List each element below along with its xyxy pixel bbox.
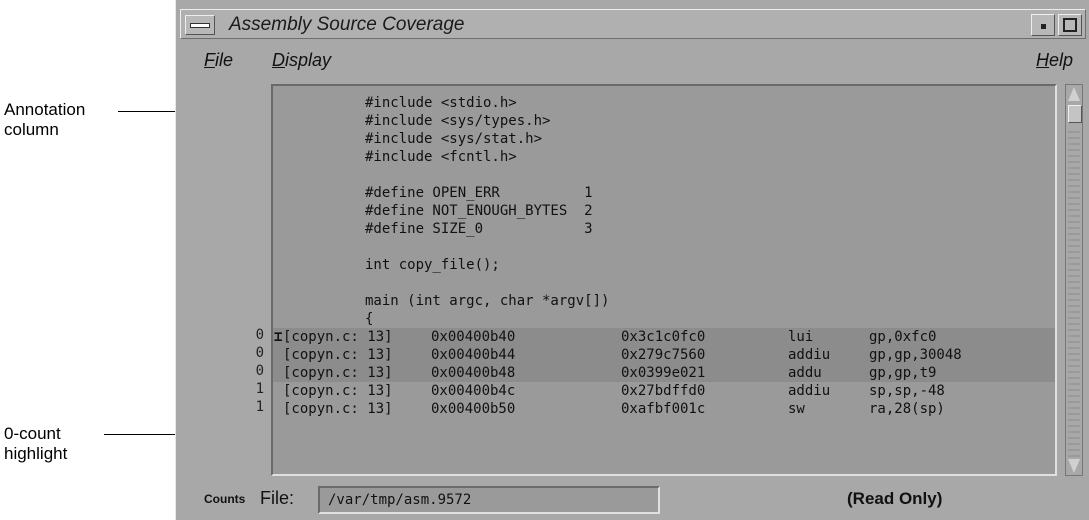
source-line: int copy_file(); — [273, 256, 1055, 274]
source-line-text: int copy_file(); — [365, 257, 500, 273]
menu-file-label: ile — [215, 50, 234, 70]
asm-op: sw — [788, 401, 805, 417]
asm-code: 0x3c1c0fc0 — [621, 329, 706, 345]
source-line-text: { — [365, 311, 374, 327]
asm-op: addiu — [788, 383, 831, 399]
source-line: { — [273, 310, 1055, 328]
maximize-icon — [1063, 18, 1077, 32]
source-line: #include <stdio.h> — [273, 94, 1055, 112]
source-line-text: #define NOT_ENOUGH_BYTES 2 — [365, 203, 593, 219]
minimize-button[interactable] — [1031, 14, 1055, 36]
callout-annotation-line2: column — [4, 120, 59, 139]
minimize-icon — [1041, 24, 1046, 29]
source-line-text: #include <sys/types.h> — [365, 113, 551, 129]
asm-file: [copyn.c: 13] — [283, 329, 393, 345]
annotation-column: 0 0 0 1 1 — [180, 82, 270, 480]
file-path-field[interactable]: /var/tmp/asm.9572 — [318, 486, 660, 514]
window-menu-icon — [190, 23, 210, 28]
callout-zero-count-line1: 0-count — [4, 424, 61, 443]
menu-display-mnemonic: D — [272, 50, 285, 70]
asm-args: gp,0xfc0 — [869, 329, 937, 345]
source-line-text: main (int argc, char *argv[]) — [365, 293, 610, 309]
source-line: main (int argc, char *argv[]) — [273, 292, 1055, 310]
window-title: Assembly Source Coverage — [229, 14, 465, 35]
text-cursor-icon: ⌶ — [274, 329, 283, 345]
assembly-source-window: Assembly Source Coverage File Display He… — [175, 0, 1089, 520]
asm-code: 0x0399e021 — [621, 365, 706, 381]
menu-help-label: elp — [1049, 50, 1074, 70]
source-line-text: #include <fcntl.h> — [365, 149, 517, 165]
asm-file: [copyn.c: 13] — [283, 401, 393, 417]
asm-code: 0x27bdffd0 — [621, 383, 706, 399]
asm-args: gp,gp,t9 — [869, 365, 937, 381]
asm-args: ra,28(sp) — [869, 401, 945, 417]
source-line — [273, 166, 1055, 184]
menu-display-label: isplay — [285, 50, 332, 70]
asm-line[interactable]: [copyn.c: 13] 0x00400b50 0xafbf001c sw ra,28… — [273, 400, 1055, 418]
menu-help[interactable]: Help — [1036, 50, 1073, 71]
callout-annotation-column: Annotation column — [4, 100, 85, 140]
asm-addr: 0x00400b50 — [431, 401, 516, 417]
asm-file: [copyn.c: 13] — [283, 383, 393, 399]
scroll-down-arrow-icon[interactable] — [1068, 459, 1080, 473]
vertical-scrollbar[interactable] — [1065, 84, 1083, 476]
title-bar[interactable]: Assembly Source Coverage — [180, 9, 1086, 39]
source-line: #define OPEN_ERR 1 — [273, 184, 1055, 202]
execution-count: 1 — [255, 399, 264, 415]
source-line: #include <fcntl.h> — [273, 148, 1055, 166]
window-menu-button[interactable] — [185, 15, 215, 35]
asm-line[interactable]: [copyn.c: 13] 0x00400b48 0x0399e021 addu gp,… — [273, 364, 1055, 382]
execution-count: 0 — [255, 363, 264, 379]
scroll-up-arrow-icon[interactable] — [1068, 87, 1080, 101]
asm-op: addu — [788, 365, 822, 381]
source-line: #define NOT_ENOUGH_BYTES 2 — [273, 202, 1055, 220]
menu-help-mnemonic: H — [1036, 50, 1049, 70]
maximize-button[interactable] — [1058, 14, 1082, 36]
asm-args: gp,gp,30048 — [869, 347, 962, 363]
source-line — [273, 238, 1055, 256]
asm-addr: 0x00400b48 — [431, 365, 516, 381]
scroll-thumb[interactable] — [1068, 105, 1082, 123]
asm-line[interactable]: [copyn.c: 13] 0x00400b4c 0x27bdffd0 addiu sp… — [273, 382, 1055, 400]
asm-file: [copyn.c: 13] — [283, 365, 393, 381]
asm-line[interactable]: [copyn.c: 13] 0x00400b40 0x3c1c0fc0 lui gp,0… — [273, 328, 1055, 346]
asm-addr: 0x00400b4c — [431, 383, 516, 399]
status-bar: Counts File: /var/tmp/asm.9572 (Read Onl… — [180, 482, 1086, 520]
execution-count: 1 — [255, 381, 264, 397]
asm-addr: 0x00400b40 — [431, 329, 516, 345]
asm-code: 0x279c7560 — [621, 347, 706, 363]
callout-zero-count-line2: highlight — [4, 444, 68, 463]
scroll-track[interactable] — [1068, 127, 1080, 457]
execution-count: 0 — [255, 345, 264, 361]
callout-zero-count: 0-count highlight — [4, 424, 67, 464]
callout-annotation-line1: Annotation — [4, 100, 86, 119]
asm-addr: 0x00400b44 — [431, 347, 516, 363]
source-line-text: #include <stdio.h> — [365, 95, 517, 111]
source-line: #include <sys/types.h> — [273, 112, 1055, 130]
menu-file-mnemonic: F — [204, 50, 215, 70]
read-only-indicator: (Read Only) — [847, 489, 943, 508]
asm-op: addiu — [788, 347, 831, 363]
menu-file[interactable]: File — [204, 50, 233, 71]
asm-line[interactable]: [copyn.c: 13] 0x00400b44 0x279c7560 addiu gp… — [273, 346, 1055, 364]
execution-count: 0 — [255, 327, 264, 343]
asm-op: lui — [788, 329, 814, 345]
source-line: #include <sys/stat.h> — [273, 130, 1055, 148]
asm-args: sp,sp,-48 — [869, 383, 945, 399]
source-line: #define SIZE_0 3 — [273, 220, 1055, 238]
source-text-pane[interactable]: #include <stdio.h> #include <sys/types.h>… — [271, 84, 1057, 476]
counts-label: Counts — [204, 492, 246, 506]
source-line-text: #include <sys/stat.h> — [365, 131, 543, 147]
source-line-text: #define SIZE_0 3 — [365, 221, 593, 237]
asm-code: 0xafbf001c — [621, 401, 706, 417]
menu-display[interactable]: Display — [272, 50, 331, 71]
file-label: File: — [260, 488, 295, 508]
source-line-text: #define OPEN_ERR 1 — [365, 185, 593, 201]
menu-bar: File Display Help — [180, 42, 1086, 76]
source-line — [273, 274, 1055, 292]
asm-file: [copyn.c: 13] — [283, 347, 393, 363]
